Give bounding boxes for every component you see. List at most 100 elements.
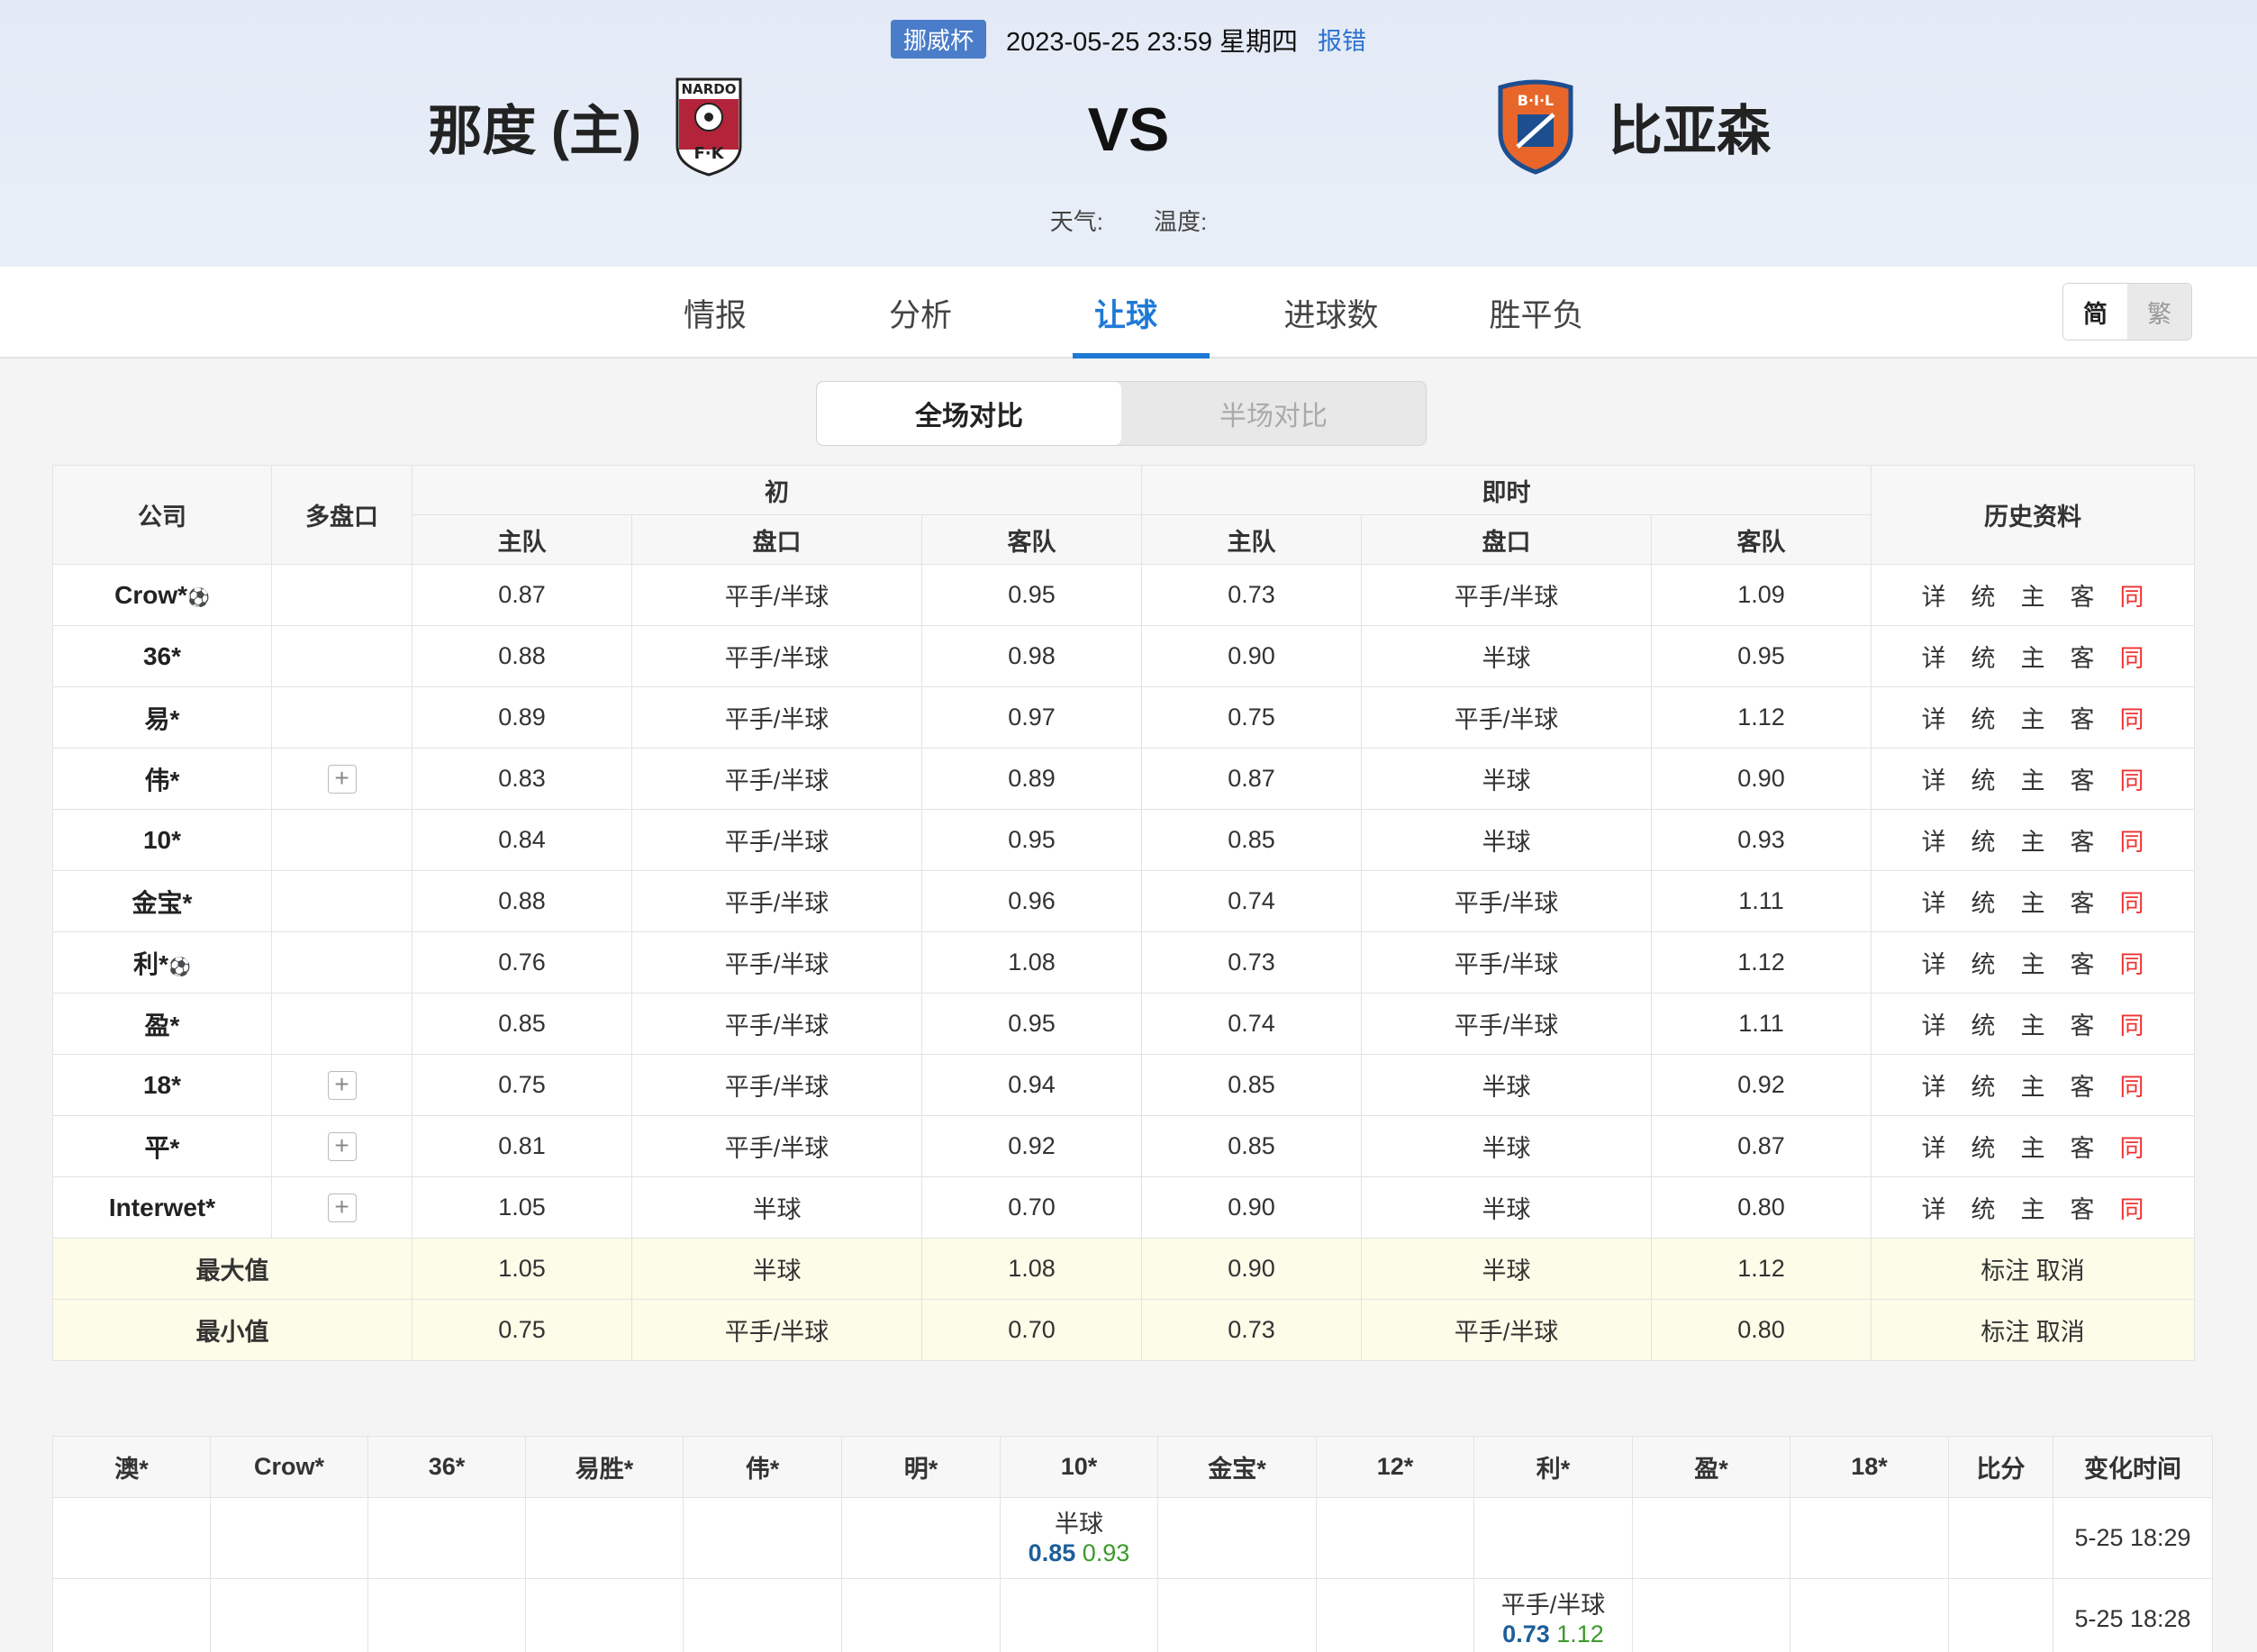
- company-cell[interactable]: 金宝*: [52, 870, 272, 932]
- same-odds-link[interactable]: 同: [2120, 822, 2144, 858]
- company-name[interactable]: 10*: [143, 826, 181, 854]
- same-odds-link[interactable]: 同: [2120, 1129, 2144, 1164]
- company-cell[interactable]: Interwet*: [52, 1176, 272, 1239]
- full-match-compare-button[interactable]: 全场对比: [817, 382, 1121, 445]
- detail-link[interactable]: 详: [1922, 761, 1946, 796]
- stats-link[interactable]: 统: [1971, 639, 1996, 674]
- same-odds-link[interactable]: 同: [2120, 1006, 2144, 1041]
- expand-plus-icon[interactable]: +: [327, 1131, 357, 1161]
- away-history-link[interactable]: 客: [2071, 700, 2095, 735]
- stats-link[interactable]: 统: [1971, 884, 1996, 919]
- home-history-link[interactable]: 主: [2021, 822, 2045, 858]
- tab-3[interactable]: 进球数: [1228, 267, 1434, 359]
- detail-link[interactable]: 详: [1922, 945, 1946, 980]
- change-cell: [1316, 1497, 1474, 1579]
- company-name[interactable]: 平*: [145, 1134, 180, 1162]
- expand-plus-icon[interactable]: +: [327, 764, 357, 794]
- league-badge[interactable]: 挪威杯: [890, 20, 986, 59]
- company-name[interactable]: 易*: [145, 705, 180, 733]
- stats-link[interactable]: 统: [1971, 945, 1996, 980]
- company-cell[interactable]: 18*: [52, 1054, 272, 1116]
- change-header-cell: 伟*: [683, 1436, 842, 1498]
- stats-link[interactable]: 统: [1971, 577, 1996, 613]
- company-cell[interactable]: 伟*: [52, 748, 272, 810]
- company-cell[interactable]: 36*: [52, 625, 272, 687]
- detail-link[interactable]: 详: [1922, 822, 1946, 858]
- stats-link[interactable]: 统: [1971, 1190, 1996, 1225]
- same-odds-link[interactable]: 同: [2120, 884, 2144, 919]
- company-name[interactable]: 盈*: [145, 1012, 180, 1039]
- half-match-compare-button[interactable]: 半场对比: [1121, 382, 1426, 445]
- stats-link[interactable]: 统: [1971, 761, 1996, 796]
- cancel-link[interactable]: 取消: [2036, 1257, 2085, 1284]
- detail-link[interactable]: 详: [1922, 639, 1946, 674]
- home-history-link[interactable]: 主: [2021, 577, 2045, 613]
- away-history-link[interactable]: 客: [2071, 1190, 2095, 1225]
- away-history-link[interactable]: 客: [2071, 822, 2095, 858]
- detail-link[interactable]: 详: [1922, 1067, 1946, 1103]
- mark-link[interactable]: 标注: [1981, 1319, 2029, 1346]
- away-history-link[interactable]: 客: [2071, 1129, 2095, 1164]
- detail-link[interactable]: 详: [1922, 884, 1946, 919]
- away-history-link[interactable]: 客: [2071, 639, 2095, 674]
- away-history-link[interactable]: 客: [2071, 577, 2095, 613]
- detail-link[interactable]: 详: [1922, 577, 1946, 613]
- company-cell[interactable]: 平*: [52, 1115, 272, 1177]
- home-history-link[interactable]: 主: [2021, 884, 2045, 919]
- home-history-link[interactable]: 主: [2021, 1190, 2045, 1225]
- company-cell[interactable]: 易*: [52, 686, 272, 749]
- home-history-link[interactable]: 主: [2021, 639, 2045, 674]
- company-name[interactable]: 伟*: [145, 767, 180, 794]
- away-history-link[interactable]: 客: [2071, 945, 2095, 980]
- tab-4[interactable]: 胜平负: [1434, 267, 1639, 359]
- away-history-link[interactable]: 客: [2071, 761, 2095, 796]
- stats-link[interactable]: 统: [1971, 700, 1996, 735]
- company-name[interactable]: Crow*: [114, 581, 187, 609]
- company-name[interactable]: 36*: [143, 642, 181, 670]
- away-history-link[interactable]: 客: [2071, 1006, 2095, 1041]
- company-cell[interactable]: 10*: [52, 809, 272, 871]
- detail-link[interactable]: 详: [1922, 1190, 1946, 1225]
- company-cell[interactable]: 盈*: [52, 993, 272, 1055]
- expand-plus-icon[interactable]: +: [327, 1193, 357, 1222]
- away-team[interactable]: B·I·L 比亚森: [1495, 72, 1771, 180]
- company-name[interactable]: Interwet*: [109, 1194, 215, 1221]
- stats-link[interactable]: 统: [1971, 1129, 1996, 1164]
- traditional-chinese-button[interactable]: 繁: [2127, 284, 2191, 340]
- same-odds-link[interactable]: 同: [2120, 1067, 2144, 1103]
- company-name[interactable]: 金宝*: [132, 889, 193, 917]
- away-history-link[interactable]: 客: [2071, 1067, 2095, 1103]
- same-odds-link[interactable]: 同: [2120, 700, 2144, 735]
- home-history-link[interactable]: 主: [2021, 1067, 2045, 1103]
- same-odds-link[interactable]: 同: [2120, 577, 2144, 613]
- report-error-link[interactable]: 报错: [1318, 22, 1366, 57]
- home-history-link[interactable]: 主: [2021, 700, 2045, 735]
- same-odds-link[interactable]: 同: [2120, 1190, 2144, 1225]
- home-history-link[interactable]: 主: [2021, 761, 2045, 796]
- expand-plus-icon[interactable]: +: [327, 1070, 357, 1100]
- company-name[interactable]: 利*: [133, 950, 168, 978]
- detail-link[interactable]: 详: [1922, 1129, 1946, 1164]
- same-odds-link[interactable]: 同: [2120, 761, 2144, 796]
- tab-0[interactable]: 情报: [612, 267, 818, 359]
- detail-link[interactable]: 详: [1922, 700, 1946, 735]
- mark-link[interactable]: 标注: [1981, 1257, 2029, 1284]
- stats-link[interactable]: 统: [1971, 1067, 1996, 1103]
- tab-1[interactable]: 分析: [818, 267, 1023, 359]
- tab-2[interactable]: 让球: [1023, 267, 1228, 359]
- home-history-link[interactable]: 主: [2021, 1129, 2045, 1164]
- stats-link[interactable]: 统: [1971, 1006, 1996, 1041]
- company-name[interactable]: 18*: [143, 1071, 181, 1099]
- home-history-link[interactable]: 主: [2021, 1006, 2045, 1041]
- simplified-chinese-button[interactable]: 简: [2063, 284, 2127, 340]
- stats-link[interactable]: 统: [1971, 822, 1996, 858]
- same-odds-link[interactable]: 同: [2120, 639, 2144, 674]
- cancel-link[interactable]: 取消: [2036, 1319, 2085, 1346]
- home-history-link[interactable]: 主: [2021, 945, 2045, 980]
- company-cell[interactable]: Crow*⚽: [52, 564, 272, 626]
- detail-link[interactable]: 详: [1922, 1006, 1946, 1041]
- away-team-name[interactable]: 比亚森: [1609, 87, 1771, 166]
- company-cell[interactable]: 利*⚽: [52, 931, 272, 994]
- away-history-link[interactable]: 客: [2071, 884, 2095, 919]
- same-odds-link[interactable]: 同: [2120, 945, 2144, 980]
